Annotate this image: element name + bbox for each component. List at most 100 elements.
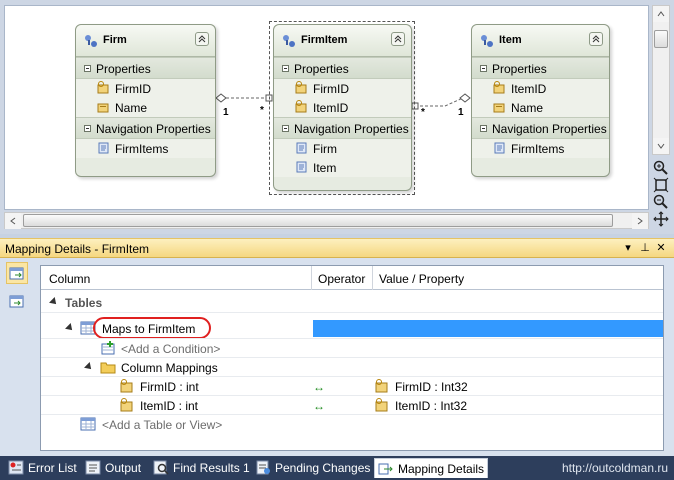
column-header-column[interactable]: Column (49, 272, 90, 286)
tree-row-add-condition[interactable]: <Add a Condition> (41, 339, 663, 358)
navigation-section-header[interactable]: Navigation Properties (274, 117, 411, 139)
collapse-icon[interactable] (195, 32, 209, 46)
properties-section-header[interactable]: Properties (472, 57, 609, 79)
multiplicity-label: 1 (458, 107, 464, 118)
navigation-property-icon (296, 142, 307, 154)
entity-header[interactable]: Firm (76, 25, 215, 57)
scroll-thumb[interactable] (654, 30, 668, 48)
property-row[interactable]: FirmID (274, 79, 411, 98)
tree-row-column-mappings[interactable]: Column Mappings (41, 358, 663, 377)
map-to-functions-button[interactable] (6, 290, 28, 312)
tool-window-titlebar[interactable]: Mapping Details - FirmItem ▾ ⊥ ✕ (0, 238, 674, 258)
zoom-in-icon[interactable] (653, 160, 669, 176)
horizontal-scrollbar[interactable] (4, 212, 649, 229)
column-mapping-row[interactable]: FirmID : int ↔ FirmID : Int32 (41, 377, 663, 396)
navigation-property-row[interactable]: FirmItems (472, 139, 609, 158)
close-icon[interactable]: ✕ (655, 242, 667, 255)
add-table-link[interactable]: <Add a Table or View> (102, 418, 222, 432)
column-separator[interactable] (311, 266, 312, 290)
scroll-thumb[interactable] (23, 214, 613, 227)
collapse-icon[interactable] (84, 65, 91, 72)
properties-section-header[interactable]: Properties (274, 57, 411, 79)
collapse-icon[interactable] (480, 65, 487, 72)
navigation-section-header[interactable]: Navigation Properties (472, 117, 609, 139)
scroll-left-button[interactable] (5, 213, 21, 229)
designer-canvas[interactable]: 1 * * 1 Firm Properties FirmID Name Navi… (4, 5, 649, 210)
property-name: ItemID (313, 101, 349, 115)
window-position-icon[interactable]: ▾ (622, 242, 634, 255)
property-name: ItemID (511, 82, 547, 96)
add-condition-icon (101, 341, 115, 355)
vertical-scrollbar[interactable] (652, 5, 670, 155)
tab-error-list[interactable]: Error List (8, 458, 78, 478)
tab-pending-changes[interactable]: Pending Changes (255, 458, 370, 478)
property-row[interactable]: ItemID (472, 79, 609, 98)
expand-icon[interactable] (49, 297, 59, 307)
navigation-property-name: FirmItems (115, 142, 169, 156)
property-row[interactable]: Name (472, 98, 609, 117)
collapse-icon[interactable] (282, 125, 289, 132)
pan-icon[interactable] (653, 211, 669, 227)
column-separator[interactable] (372, 266, 373, 290)
entity-header[interactable]: FirmItem (274, 25, 411, 57)
navigation-property-name: Firm (313, 142, 337, 156)
tab-mapping-details[interactable]: Mapping Details (374, 458, 488, 478)
column-mappings-label: Column Mappings (121, 361, 218, 375)
map-to-tables-button[interactable] (6, 262, 28, 284)
property-row[interactable]: FirmID (76, 79, 215, 98)
expand-icon[interactable] (84, 362, 94, 372)
add-condition-link[interactable]: <Add a Condition> (121, 342, 220, 356)
navigation-section-header[interactable]: Navigation Properties (76, 117, 215, 139)
section-title: Navigation Properties (492, 122, 607, 136)
navigation-property-row[interactable]: FirmItems (76, 139, 215, 158)
entity-firmitem[interactable]: FirmItem Properties FirmID ItemID Naviga… (273, 24, 412, 191)
mapping-grid[interactable]: Column Operator Value / Property Tables … (40, 265, 664, 451)
zoom-to-fit-icon[interactable] (653, 177, 669, 193)
section-title: Navigation Properties (96, 122, 211, 136)
pending-changes-icon (256, 460, 270, 475)
tab-output[interactable]: Output (85, 458, 145, 478)
column-header-value[interactable]: Value / Property (379, 272, 464, 286)
tab-find-results[interactable]: Find Results 1 (153, 458, 250, 478)
tables-label: Tables (65, 296, 103, 310)
navigation-property-name: FirmItems (511, 142, 565, 156)
navigation-property-row[interactable]: Firm (274, 139, 411, 158)
scroll-down-button[interactable] (653, 138, 669, 154)
column-mapping-row[interactable]: ItemID : int ↔ ItemID : Int32 (41, 396, 663, 415)
expand-icon[interactable] (65, 323, 75, 333)
scroll-up-button[interactable] (653, 6, 669, 22)
property-row[interactable]: Name (76, 98, 215, 117)
folder-icon (100, 362, 116, 374)
mapping-operator-icon[interactable]: ↔ (313, 380, 325, 394)
entity-designer[interactable]: 1 * * 1 Firm Properties FirmID Name Navi… (0, 0, 674, 234)
property-row[interactable]: ItemID (274, 98, 411, 117)
tab-label: Output (105, 461, 142, 475)
property-name: Name (511, 101, 544, 115)
tree-row-add-table[interactable]: <Add a Table or View> (41, 415, 663, 434)
mapping-property[interactable]: ItemID : Int32 (395, 399, 467, 413)
annotation-highlight-oval (93, 317, 211, 339)
property-name: Name (115, 101, 148, 115)
section-title: Properties (294, 62, 349, 76)
entity-firm[interactable]: Firm Properties FirmID Name Navigation P… (75, 24, 216, 177)
collapse-icon[interactable] (84, 125, 91, 132)
mapping-property[interactable]: FirmID : Int32 (395, 380, 468, 394)
zoom-out-icon[interactable] (653, 194, 669, 210)
mapping-column: ItemID : int (140, 399, 199, 413)
collapse-icon[interactable] (282, 65, 289, 72)
properties-section-header[interactable]: Properties (76, 57, 215, 79)
error-list-icon (8, 460, 24, 475)
collapse-icon[interactable] (480, 125, 487, 132)
entity-header[interactable]: Item (472, 25, 609, 57)
entity-item[interactable]: Item Properties ItemID Name Navigation P… (471, 24, 610, 177)
mapping-operator-icon[interactable]: ↔ (313, 399, 325, 413)
tool-window-title: Mapping Details - FirmItem (5, 242, 150, 256)
scroll-right-button[interactable] (632, 213, 648, 229)
auto-hide-pin-icon[interactable]: ⊥ (639, 242, 651, 255)
collapse-icon[interactable] (391, 32, 405, 46)
navigation-property-icon (296, 161, 307, 173)
tree-row-tables[interactable]: Tables (41, 293, 663, 312)
column-header-operator[interactable]: Operator (318, 272, 365, 286)
collapse-icon[interactable] (589, 32, 603, 46)
navigation-property-row[interactable]: Item (274, 158, 411, 177)
